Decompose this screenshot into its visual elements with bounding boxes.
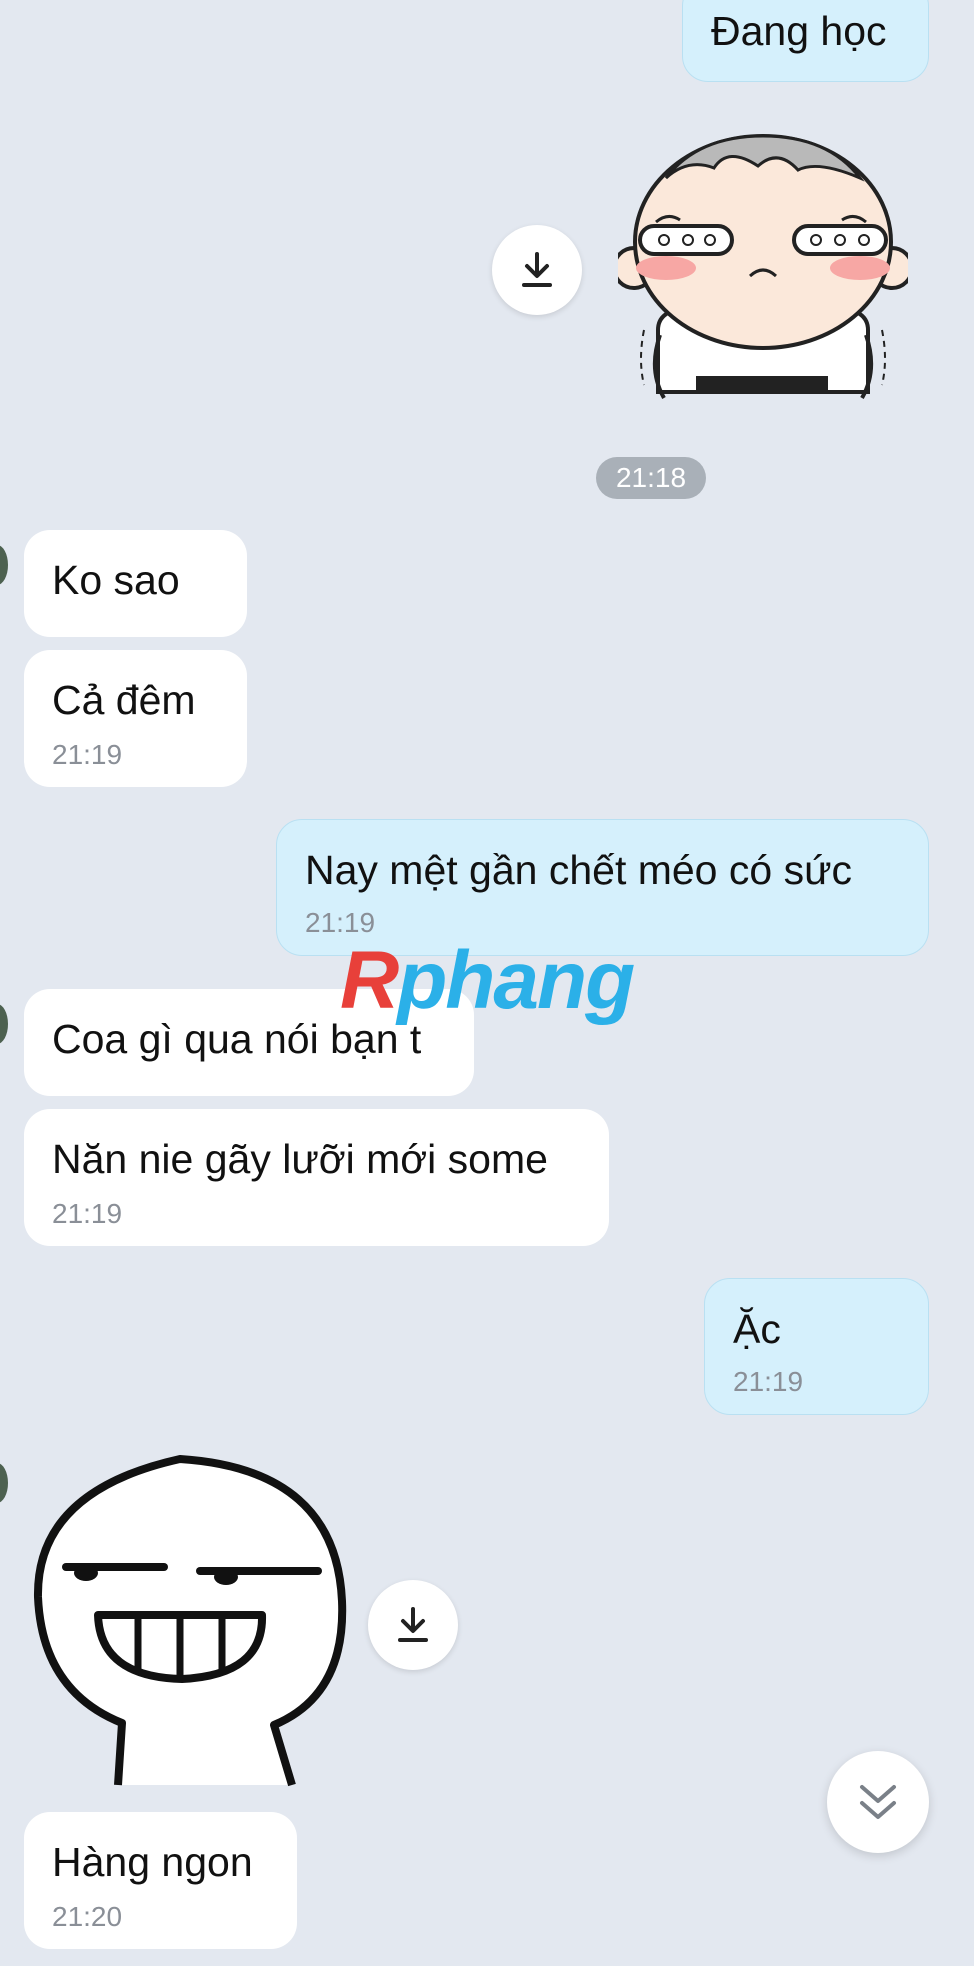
smirking-grin-sticker[interactable] <box>30 1455 350 1790</box>
avatar[interactable] <box>0 545 8 585</box>
download-button[interactable] <box>368 1580 458 1670</box>
message-time: 21:19 <box>52 1198 123 1229</box>
message-bubble-incoming[interactable]: Năn nie gãy lưỡi mới some 21:19 <box>24 1109 609 1246</box>
message-text: Năn nie gãy lưỡi mới some <box>52 1136 548 1182</box>
download-icon <box>398 1607 428 1642</box>
message-time: 21:20 <box>52 1901 123 1932</box>
download-icon <box>522 252 552 287</box>
message-bubble-incoming[interactable]: Cả đêm 21:19 <box>24 650 247 787</box>
crying-baby-sticker[interactable] <box>618 130 908 410</box>
message-text: Ặc <box>733 1306 781 1352</box>
watermark-logo: Rphang <box>340 940 635 1022</box>
watermark-rest: phang <box>397 935 635 1026</box>
message-bubble-outgoing[interactable]: Ặc 21:19 <box>704 1278 929 1415</box>
message-time: 21:19 <box>52 739 123 770</box>
message-text: Hàng ngon <box>52 1839 253 1885</box>
scroll-to-bottom-button[interactable] <box>827 1751 929 1853</box>
time-separator: 21:18 <box>596 457 706 499</box>
message-bubble-incoming[interactable]: Hàng ngon 21:20 <box>24 1812 297 1949</box>
message-text: Cả đêm <box>52 677 196 723</box>
message-bubble-incoming[interactable]: Ko sao <box>24 530 247 637</box>
double-chevron-down-icon <box>860 1785 896 1819</box>
watermark-first-letter: R <box>340 935 399 1026</box>
message-text: Đang học <box>711 8 887 54</box>
download-button[interactable] <box>492 225 582 315</box>
message-time: 21:19 <box>305 907 376 938</box>
message-bubble-outgoing[interactable]: Đang học <box>682 0 929 82</box>
message-text: Ko sao <box>52 557 180 603</box>
message-time: 21:19 <box>733 1366 804 1397</box>
avatar[interactable] <box>0 1463 8 1503</box>
message-text: Nay mệt gần chết méo có sức <box>305 847 853 893</box>
avatar[interactable] <box>0 1004 8 1044</box>
